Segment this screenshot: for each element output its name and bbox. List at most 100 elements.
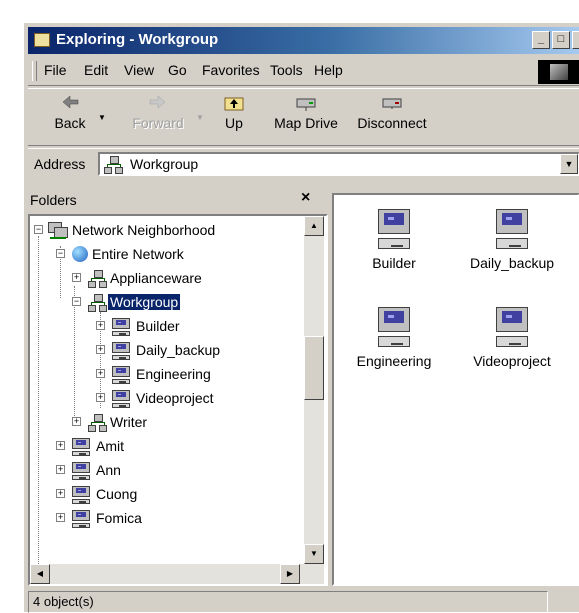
- file-item-label: Engineering: [356, 353, 432, 369]
- folders-title: Folders: [30, 192, 77, 208]
- tree-expander[interactable]: +: [56, 441, 65, 450]
- menu-edit[interactable]: Edit: [84, 62, 108, 78]
- tree-expander[interactable]: +: [56, 465, 65, 474]
- tree-item-label: Engineering: [136, 366, 211, 382]
- forward-button[interactable]: Forward: [124, 93, 192, 131]
- tree-item-daily-backup[interactable]: + Daily_backup: [96, 340, 306, 362]
- globe-icon: [72, 246, 88, 262]
- tree-expander[interactable]: +: [96, 345, 105, 354]
- tree-item-engineering[interactable]: + Engineering: [96, 364, 306, 386]
- tree-item-label: Amit: [96, 438, 124, 454]
- disconnect-button[interactable]: Disconnect: [352, 93, 432, 131]
- computer-icon: [72, 510, 90, 528]
- computer-icon: [112, 366, 130, 384]
- tree-item-cuong[interactable]: + Cuong: [56, 484, 296, 506]
- workgroup-icon: [88, 414, 107, 432]
- file-item-builder[interactable]: Builder: [334, 209, 454, 271]
- tree-expander[interactable]: +: [96, 369, 105, 378]
- computer-icon: [72, 486, 90, 504]
- file-item-engineering[interactable]: Engineering: [334, 307, 454, 369]
- menu-help[interactable]: Help: [314, 62, 343, 78]
- up-button[interactable]: Up: [214, 93, 254, 131]
- tree-item-videoproject[interactable]: + Videoproject: [96, 388, 306, 410]
- tree-item-network-neighborhood[interactable]: − Network Neighborhood: [34, 220, 294, 242]
- back-button[interactable]: Back: [48, 93, 92, 131]
- status-text: 4 object(s): [28, 591, 548, 613]
- address-bar: Address Workgroup ▼: [28, 149, 579, 179]
- scroll-right-arrow-icon[interactable]: ▶: [280, 564, 300, 584]
- title-bar[interactable]: Exploring - Workgroup _ □: [28, 27, 579, 54]
- forward-arrow-icon: [147, 93, 169, 111]
- tree-expander[interactable]: −: [34, 225, 43, 234]
- file-item-videoproject[interactable]: Videoproject: [452, 307, 572, 369]
- file-item-label: Builder: [372, 255, 416, 271]
- file-item-label: Videoproject: [473, 353, 551, 369]
- menu-tools[interactable]: Tools: [270, 62, 303, 78]
- tree-expander[interactable]: +: [96, 393, 105, 402]
- tree-item-fomica[interactable]: + Fomica: [56, 508, 296, 530]
- tree-expander[interactable]: −: [56, 249, 65, 258]
- tree-item-ann[interactable]: + Ann: [56, 460, 296, 482]
- back-dropdown-icon[interactable]: ▼: [98, 113, 106, 122]
- tree-item-label: Writer: [110, 414, 148, 430]
- workgroup-icon: [104, 156, 123, 174]
- maximize-button[interactable]: □: [552, 31, 570, 49]
- computer-icon: [112, 318, 130, 336]
- tree-item-label: Applianceware: [110, 270, 202, 286]
- tree-vertical-scrollbar[interactable]: ▲ ▼: [304, 216, 324, 564]
- workgroup-icon: [88, 294, 107, 312]
- minimize-button[interactable]: _: [532, 31, 550, 49]
- folders-pane: Folders × − Network Neighborhood − Entir…: [28, 186, 328, 586]
- vertical-scroll-thumb[interactable]: [304, 336, 324, 400]
- scroll-down-arrow-icon[interactable]: ▼: [304, 544, 324, 564]
- menu-view[interactable]: View: [124, 62, 154, 78]
- tree-item-applianceware[interactable]: + Applianceware: [72, 268, 302, 290]
- tree-item-builder[interactable]: + Builder: [96, 316, 306, 338]
- address-value: Workgroup: [130, 156, 199, 172]
- scroll-left-arrow-icon[interactable]: ◀: [30, 564, 50, 584]
- file-item-label: Daily_backup: [469, 255, 555, 271]
- folders-close-button[interactable]: ×: [301, 189, 310, 207]
- map-drive-button[interactable]: Map Drive: [268, 93, 344, 131]
- computer-icon: [496, 307, 528, 347]
- window-title: Exploring - Workgroup: [56, 31, 219, 48]
- tree-expander[interactable]: +: [96, 321, 105, 330]
- workgroup-icon: [88, 270, 107, 288]
- up-label: Up: [225, 115, 243, 131]
- tree-horizontal-scrollbar[interactable]: ◀ ▶: [30, 564, 324, 584]
- tree-expander[interactable]: −: [72, 297, 81, 306]
- toolbar: Back ▼ Forward ▼ Up Map Drive Disconnect: [28, 89, 579, 145]
- menu-file[interactable]: File: [44, 62, 67, 78]
- content-pane[interactable]: Builder Daily_backup Engineering Videopr…: [332, 193, 579, 586]
- disconnect-drive-icon: [381, 93, 403, 111]
- tree-expander[interactable]: +: [72, 417, 81, 426]
- address-field[interactable]: Workgroup ▼: [98, 152, 579, 176]
- computer-icon: [112, 342, 130, 360]
- explorer-app-icon[interactable]: [34, 33, 50, 47]
- computer-icon: [72, 438, 90, 456]
- tree-item-label: Fomica: [96, 510, 142, 526]
- menu-favorites[interactable]: Favorites: [202, 62, 260, 78]
- tree-item-label: Cuong: [96, 486, 138, 502]
- menu-go[interactable]: Go: [168, 62, 187, 78]
- forward-dropdown-icon[interactable]: ▼: [196, 113, 204, 122]
- file-item-daily-backup[interactable]: Daily_backup: [452, 209, 572, 271]
- up-folder-icon: [223, 93, 245, 111]
- tree-item-entire-network[interactable]: − Entire Network: [56, 244, 296, 266]
- tree-item-label: Ann: [96, 462, 121, 478]
- tree-item-label: Builder: [136, 318, 180, 334]
- scroll-up-arrow-icon[interactable]: ▲: [304, 216, 324, 236]
- computer-icon: [72, 462, 90, 480]
- windows-logo-throbber-icon: [538, 60, 579, 84]
- tree-expander[interactable]: +: [56, 489, 65, 498]
- tree-item-writer[interactable]: + Writer: [72, 412, 302, 434]
- address-dropdown-button[interactable]: ▼: [560, 154, 578, 174]
- close-button[interactable]: [572, 31, 579, 49]
- tree-expander[interactable]: +: [56, 513, 65, 522]
- menu-bar-grip[interactable]: [32, 61, 37, 81]
- tree-item-label: Network Neighborhood: [72, 222, 216, 238]
- folder-tree[interactable]: − Network Neighborhood − Entire Network …: [28, 214, 328, 586]
- tree-item-workgroup[interactable]: − Workgroup: [72, 292, 302, 314]
- tree-expander[interactable]: +: [72, 273, 81, 282]
- tree-item-amit[interactable]: + Amit: [56, 436, 296, 458]
